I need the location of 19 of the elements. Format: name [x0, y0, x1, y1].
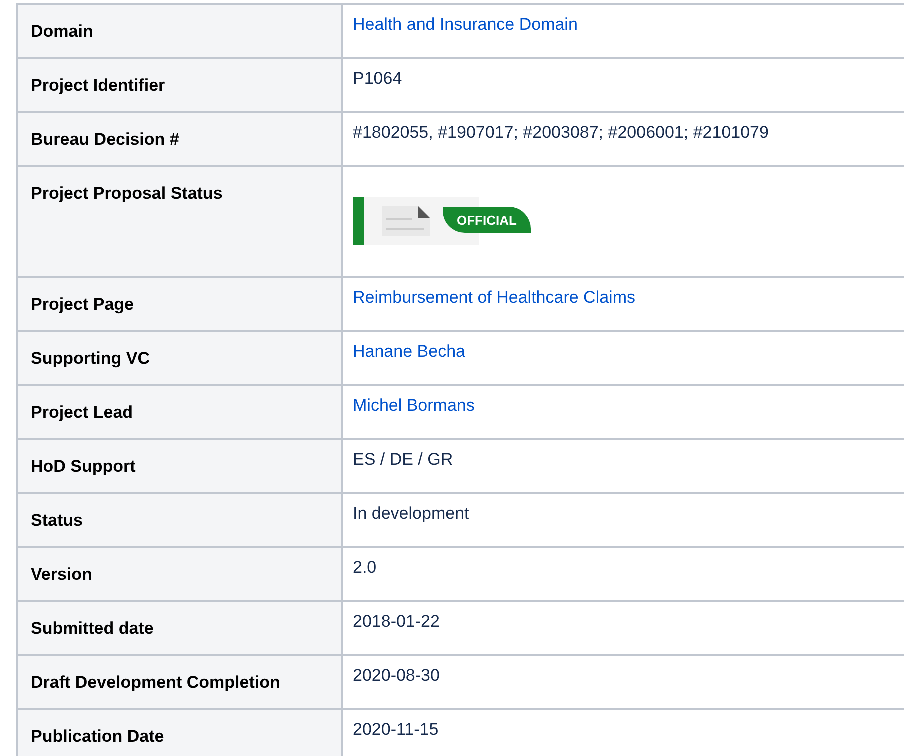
row-header: Project Lead [17, 385, 342, 439]
document-icon [382, 206, 430, 236]
page-link[interactable]: Reimbursement of Healthcare Claims [353, 288, 636, 308]
row-header: Project Proposal Status [17, 166, 342, 277]
row-header: Project Page [17, 277, 342, 331]
row-header: Domain [17, 4, 342, 58]
page-link[interactable]: Hanane Becha [353, 342, 466, 362]
row-header: Project Identifier [17, 58, 342, 112]
row-header: Supporting VC [17, 331, 342, 385]
status-lozenge: OFFICIAL [443, 207, 531, 233]
page-link[interactable]: Michel Bormans [353, 396, 475, 416]
row-header: Version [17, 547, 342, 601]
row-header: Bureau Decision # [17, 112, 342, 166]
row-header: Draft Development Completion [17, 655, 342, 709]
page-link[interactable]: Health and Insurance Domain [353, 15, 578, 35]
row-header: Submitted date [17, 601, 342, 655]
row-header: Publication Date [17, 709, 342, 756]
row-header: HoD Support [17, 439, 342, 493]
row-header: Status [17, 493, 342, 547]
